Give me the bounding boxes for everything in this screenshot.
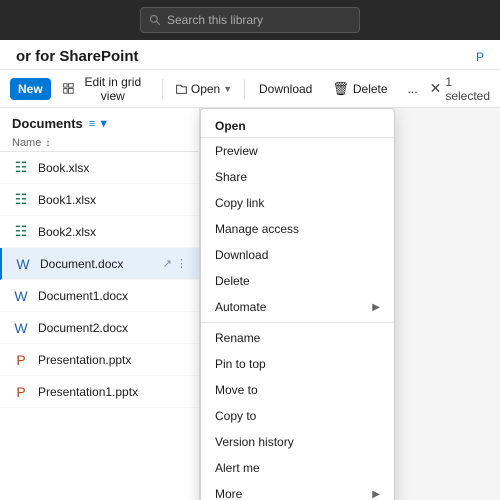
toolbar: New Edit in grid view Open ▼ Download 🗑 … [0,70,500,108]
ppt-icon: P [12,351,30,369]
menu-item-label: More [215,487,242,500]
share-action-icon[interactable]: ↗ [163,257,172,270]
file-list-title: Documents [12,116,83,131]
file-list-header: Documents ≡ ▼ [0,108,199,135]
toolbar-divider-2 [244,79,245,99]
open-icon [175,82,188,95]
open-chevron-icon: ▼ [223,84,232,94]
search-placeholder: Search this library [167,13,263,27]
menu-item-share[interactable]: Share [201,164,394,190]
menu-item-label: Alert me [215,461,260,475]
file-name: Presentation.pptx [38,353,187,367]
list-item[interactable]: W Document.docx ↗ ⋮ [0,248,199,280]
menu-item-move-to[interactable]: Move to [201,377,394,403]
download-button[interactable]: Download [251,78,320,100]
word-icon: W [12,319,30,337]
menu-item-label: Copy to [215,409,256,423]
open-label: Open [191,82,220,96]
edit-grid-button[interactable]: Edit in grid view [55,71,156,107]
menu-item-label: Manage access [215,222,299,236]
menu-item-copy-to[interactable]: Copy to [201,403,394,429]
delete-button[interactable]: 🗑 Delete [324,77,395,101]
file-name: Document2.docx [38,321,187,335]
menu-item-alert-me[interactable]: Alert me [201,455,394,481]
menu-item-more[interactable]: More ▶ [201,481,394,500]
context-menu-header: Open [201,113,394,138]
menu-item-pin-to-top[interactable]: Pin to top [201,351,394,377]
column-header: Name ↕ [0,135,199,152]
menu-item-download[interactable]: Download [201,242,394,268]
close-selection-icon[interactable]: ✕ [430,80,442,97]
menu-item-copy-link[interactable]: Copy link [201,190,394,216]
toolbar-divider-1 [162,79,163,99]
word-icon: W [14,255,32,273]
menu-item-delete[interactable]: Delete [201,268,394,294]
context-menu: Open Preview Share Copy link Manage acce… [200,108,395,500]
file-name: Document.docx [40,257,155,271]
search-icon [149,14,161,26]
menu-item-label: Rename [215,331,260,345]
new-button[interactable]: New [10,78,51,100]
app-title-right: P [476,50,484,64]
sort-icon[interactable]: ↕ [45,138,50,149]
content-row: Documents ≡ ▼ Name ↕ ☷ Book.xlsx ☷ Book1… [0,108,500,500]
more-button[interactable]: ... [400,78,426,100]
menu-item-rename[interactable]: Rename [201,325,394,351]
list-item[interactable]: ☷ Book2.xlsx [0,216,199,248]
menu-item-label: Share [215,170,247,184]
excel-icon: ☷ [12,191,30,209]
menu-item-label: Copy link [215,196,264,210]
app-title: or for SharePoint [16,48,139,65]
file-name: Document1.docx [38,289,187,303]
list-item[interactable]: ☷ Book1.xlsx [0,184,199,216]
edit-grid-icon [63,82,74,95]
list-item[interactable]: P Presentation.pptx [0,344,199,376]
search-box[interactable]: Search this library [140,7,360,33]
chevron-right-icon: ▶ [372,302,380,313]
list-item[interactable]: P Presentation1.pptx [0,376,199,408]
app-title-bar: or for SharePoint P [0,40,500,70]
open-button[interactable]: Open ▼ [169,78,238,100]
more-action-icon[interactable]: ⋮ [176,257,187,270]
delete-label: Delete [353,82,388,96]
column-name-label: Name [12,137,41,149]
file-list-panel: Documents ≡ ▼ Name ↕ ☷ Book.xlsx ☷ Book1… [0,108,200,500]
top-bar: Search this library [0,0,500,40]
menu-item-preview[interactable]: Preview [201,138,394,164]
menu-item-label: Version history [215,435,294,449]
list-item[interactable]: W Document2.docx [0,312,199,344]
menu-item-automate[interactable]: Automate ▶ [201,294,394,320]
ppt-icon: P [12,383,30,401]
menu-item-version-history[interactable]: Version history [201,429,394,455]
menu-item-label: Download [215,248,268,262]
menu-item-label: Move to [215,383,258,397]
chevron-right-icon: ▶ [372,489,380,500]
menu-item-label: Automate [215,300,266,314]
word-icon: W [12,287,30,305]
menu-item-manage-access[interactable]: Manage access [201,216,394,242]
selected-count-label: 1 selected [445,75,490,103]
main-area: or for SharePoint P New Edit in grid vie… [0,40,500,500]
file-name: Book2.xlsx [38,225,187,239]
menu-divider [201,322,394,323]
excel-icon: ☷ [12,159,30,177]
file-name: Book.xlsx [38,161,187,175]
menu-item-label: Preview [215,144,258,158]
selected-count-area: ✕ 1 selected [430,75,490,103]
file-actions: ↗ ⋮ [163,257,187,270]
edit-grid-label: Edit in grid view [78,75,148,103]
menu-item-label: Delete [215,274,250,288]
list-item[interactable]: W Document1.docx [0,280,199,312]
menu-item-label: Pin to top [215,357,266,371]
file-list-filter-icon[interactable]: ≡ ▼ [89,118,109,130]
file-name: Book1.xlsx [38,193,187,207]
file-name: Presentation1.pptx [38,385,187,399]
right-panel: Open Preview Share Copy link Manage acce… [200,108,500,500]
list-item[interactable]: ☷ Book.xlsx [0,152,199,184]
excel-icon: ☷ [12,223,30,241]
trash-icon: 🗑 [332,81,349,97]
